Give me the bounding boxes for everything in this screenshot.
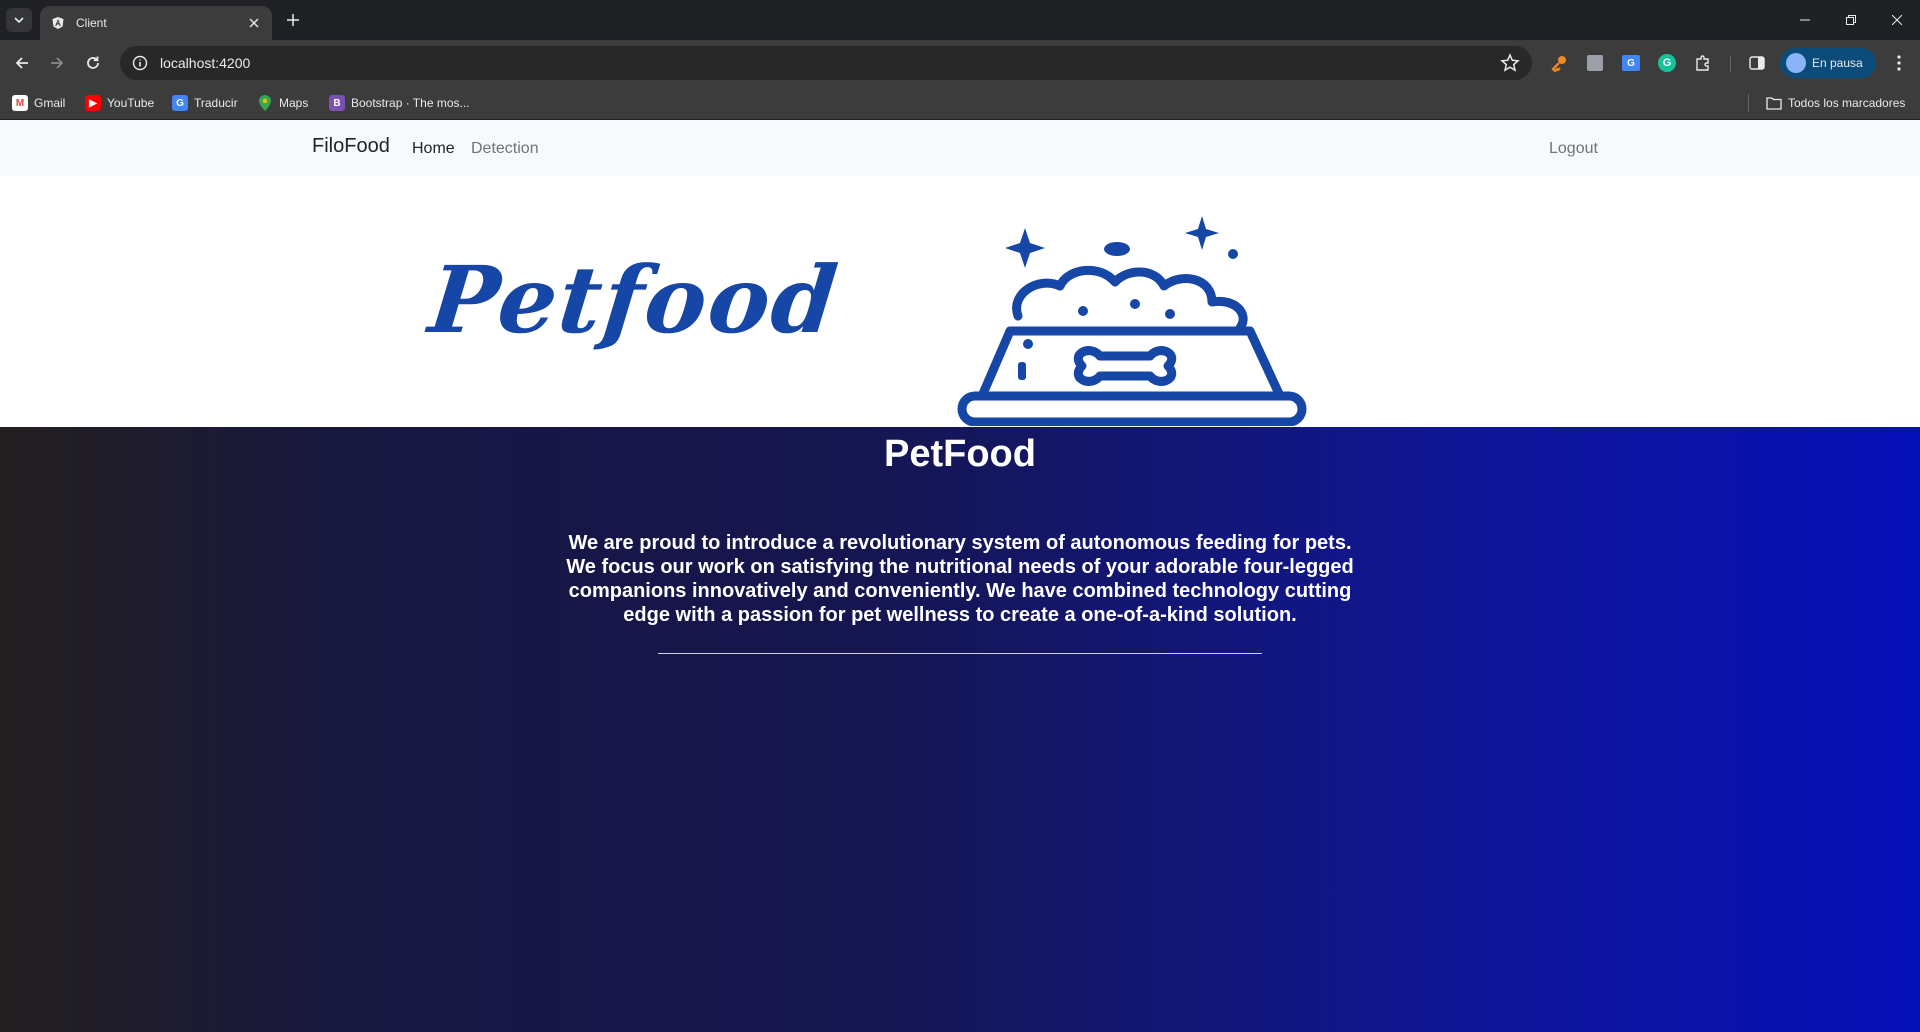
url-text: localhost:4200: [160, 55, 251, 71]
youtube-icon: ▶: [85, 95, 101, 111]
minimize-icon: [1800, 19, 1810, 21]
navbar-brand[interactable]: FiloFood: [312, 135, 390, 158]
bookmark-label: Traducir: [194, 96, 238, 110]
angular-icon: [50, 15, 66, 31]
plus-icon: [287, 14, 299, 26]
extension-square-icon[interactable]: [1584, 52, 1606, 74]
side-panel-icon[interactable]: [1746, 52, 1768, 74]
address-bar[interactable]: localhost:4200: [120, 46, 1532, 80]
reload-button[interactable]: [79, 49, 107, 77]
pet-food-bowl-icon: [957, 216, 1307, 426]
bookmark-label: Gmail: [34, 96, 66, 110]
bookmark-star-icon[interactable]: [1500, 53, 1520, 73]
more-vert-icon: [1897, 55, 1901, 71]
bookmarks-divider: [1748, 94, 1749, 112]
bookmark-gmail[interactable]: M Gmail: [12, 95, 65, 111]
extension-key-icon[interactable]: [1548, 52, 1570, 74]
nav-link-detection[interactable]: Detection: [471, 140, 539, 158]
petfood-logo-wordmark: Petfood: [424, 246, 845, 354]
bootstrap-icon: B: [329, 95, 345, 111]
minimize-button[interactable]: [1782, 0, 1828, 40]
bookmark-label: Maps: [279, 96, 309, 110]
tab-title: Client: [76, 16, 107, 30]
restore-icon: [1846, 15, 1856, 25]
tab-strip: Client: [0, 0, 1920, 40]
hero-description: We are proud to introduce a revolutionar…: [566, 532, 1354, 626]
bookmark-label: YouTube: [107, 96, 155, 110]
nav-link-logout[interactable]: Logout: [1549, 140, 1598, 158]
new-tab-button[interactable]: [281, 8, 305, 32]
maps-icon: [257, 95, 273, 111]
forward-button[interactable]: [43, 49, 71, 77]
tab-search-button[interactable]: [6, 8, 32, 32]
browser-menu-button[interactable]: [1888, 52, 1910, 74]
avatar: [1786, 53, 1806, 73]
browser-tab-client[interactable]: Client: [40, 6, 272, 40]
hero-section: PetFood We are proud to introduce a revo…: [0, 427, 1920, 1032]
browser-toolbar: localhost:4200 G G En pausa: [0, 40, 1920, 86]
profile-status: En pausa: [1812, 56, 1863, 70]
bookmark-bootstrap[interactable]: B Bootstrap · The mos...: [329, 95, 470, 111]
bookmark-traducir[interactable]: G Traducir: [172, 95, 238, 111]
bookmark-maps[interactable]: Maps: [257, 95, 308, 111]
toolbar-divider: [1730, 56, 1731, 72]
arrow-left-icon: [15, 57, 28, 69]
petfood-logo-banner: Petfood: [0, 176, 1920, 427]
restore-button[interactable]: [1828, 0, 1874, 40]
chevron-down-icon: [14, 17, 24, 24]
close-icon: [1892, 15, 1902, 25]
back-button[interactable]: [8, 49, 36, 77]
gmail-icon: M: [12, 95, 28, 111]
folder-icon: [1766, 95, 1782, 111]
all-bookmarks-folder[interactable]: Todos los marcadores: [1766, 95, 1905, 111]
nav-link-home[interactable]: Home: [412, 140, 455, 158]
profile-button[interactable]: En pausa: [1780, 48, 1876, 78]
close-window-button[interactable]: [1874, 0, 1920, 40]
close-tab-icon[interactable]: [246, 15, 262, 31]
bookmark-youtube[interactable]: ▶ YouTube: [85, 95, 154, 111]
bookmark-label: Bootstrap · The mos...: [351, 96, 470, 110]
site-navbar: FiloFood Home Detection Logout: [0, 120, 1920, 176]
hero-title: PetFood: [884, 433, 1036, 475]
extensions-puzzle-icon[interactable]: [1692, 52, 1714, 74]
extension-translate-icon[interactable]: G: [1620, 52, 1642, 74]
bookmark-label: Todos los marcadores: [1788, 96, 1906, 110]
hero-divider: [658, 653, 1262, 654]
page-viewport: FiloFood Home Detection Logout Petfood P…: [0, 120, 1920, 1032]
translate-icon: G: [172, 95, 188, 111]
arrow-right-icon: [51, 57, 64, 69]
bookmarks-bar: M Gmail ▶ YouTube G Traducir Maps B Boot…: [0, 86, 1920, 120]
site-info-icon[interactable]: [130, 53, 150, 73]
extension-grammarly-icon[interactable]: G: [1656, 52, 1678, 74]
reload-icon: [87, 56, 99, 69]
